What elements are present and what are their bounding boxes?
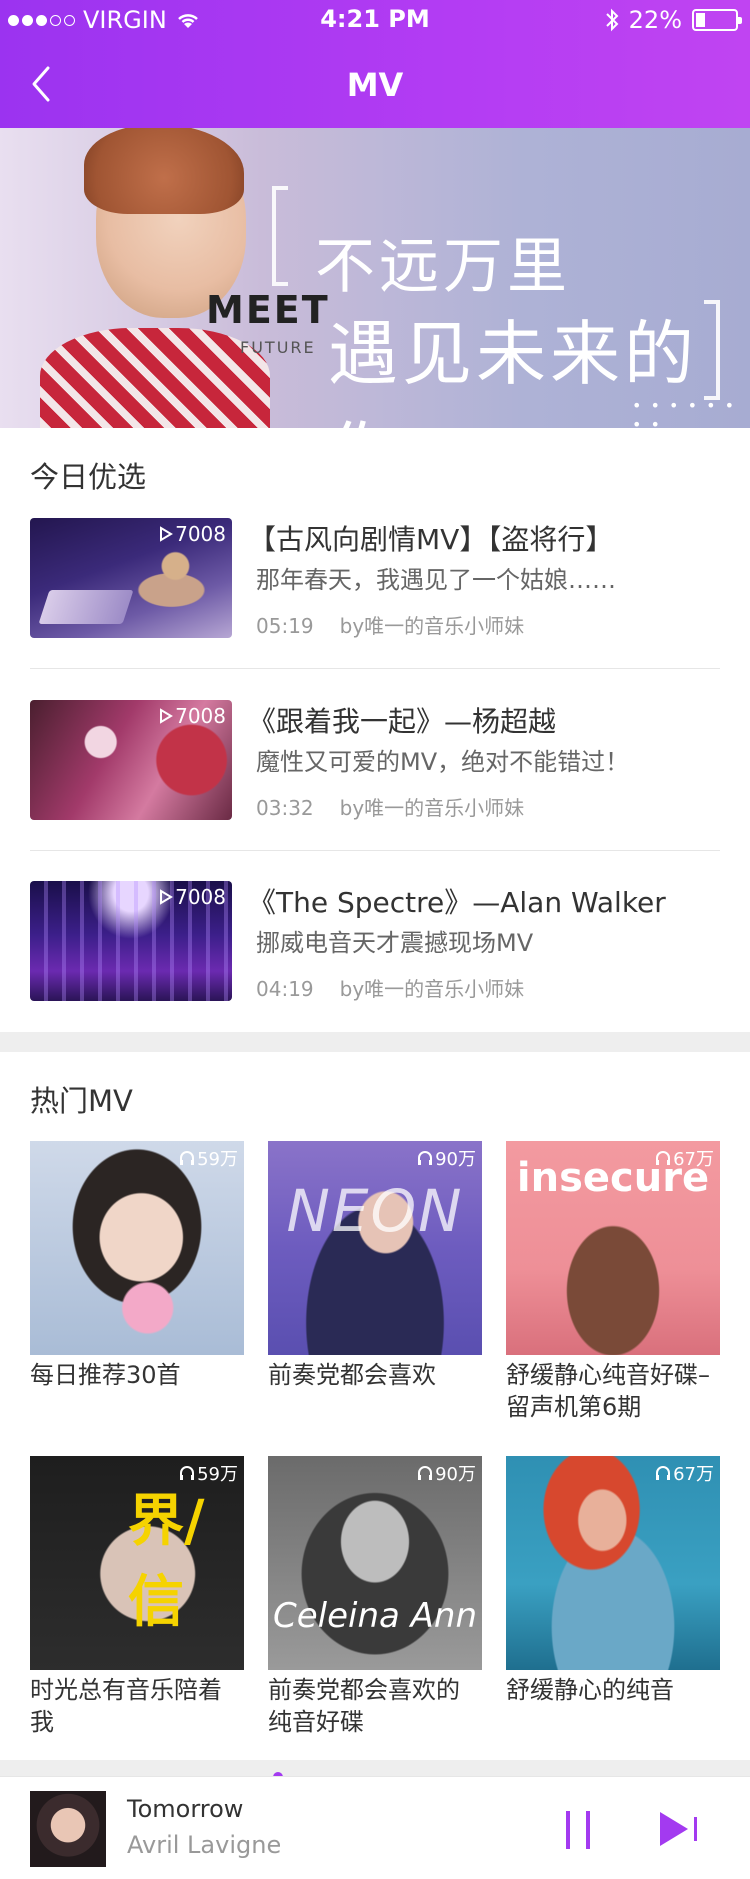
- mv-meta: 03:32 by唯一的音乐小师妹: [256, 792, 524, 821]
- play-count: 67万: [655, 1145, 714, 1171]
- banner-hair-graphic: [84, 128, 244, 214]
- hot-mv-cover[interactable]: NEON 90万: [268, 1141, 482, 1355]
- mv-author: by唯一的音乐小师妹: [339, 614, 525, 638]
- headphones-icon: [656, 1466, 671, 1480]
- navbar: MV: [0, 40, 750, 128]
- hot-mv-cover[interactable]: 59万: [30, 1141, 244, 1355]
- play-count-icon: [160, 526, 174, 542]
- banner-line1: 不远万里: [315, 232, 571, 302]
- hot-mv-card[interactable]: 59万 每日推荐30首: [30, 1141, 244, 1391]
- hot-mv-cover[interactable]: insecure 67万: [506, 1141, 720, 1355]
- mv-meta: 05:19 by唯一的音乐小师妹: [256, 610, 524, 639]
- next-icon[interactable]: [656, 1809, 702, 1849]
- play-count-icon: [160, 889, 174, 905]
- mv-title: 《The Spectre》—Alan Walker: [248, 886, 666, 919]
- play-count: 90万: [417, 1460, 476, 1486]
- mv-duration: 03:32: [256, 796, 314, 820]
- status-right: 22%: [605, 6, 742, 34]
- cover-yellow-glyph: 界/信: [128, 1489, 205, 1635]
- hot-mv-cover[interactable]: 67万: [506, 1456, 720, 1670]
- hot-mv-card[interactable]: 67万 舒缓静心的纯音: [506, 1456, 720, 1706]
- divider: [30, 850, 720, 851]
- page-title: MV: [346, 66, 404, 104]
- mv-description: 那年春天，我遇见了一个姑娘……: [256, 566, 616, 594]
- play-count: 67万: [655, 1460, 714, 1486]
- featured-section-title: 今日优选: [30, 460, 147, 494]
- mv-meta: 04:19 by唯一的音乐小师妹: [256, 973, 524, 1002]
- mv-author: by唯一的音乐小师妹: [339, 977, 525, 1001]
- battery-percent: 22%: [628, 6, 682, 34]
- mv-description: 魔性又可爱的MV，绝对不能错过！: [256, 748, 630, 776]
- mv-duration: 05:19: [256, 614, 314, 638]
- mv-thumbnail[interactable]: 7008: [30, 518, 232, 638]
- featured-item[interactable]: 7008 【古风向剧情MV】【盗将行】 那年春天，我遇见了一个姑娘…… 05:1…: [30, 518, 720, 698]
- headphones-icon: [418, 1466, 433, 1480]
- status-bar: VIRGIN 4:21 PM 22%: [0, 0, 750, 40]
- section-gap: [0, 1032, 750, 1052]
- headphones-icon: [180, 1466, 195, 1480]
- play-count: 7008: [159, 704, 226, 728]
- hot-mv-cover[interactable]: 界/信 59万: [30, 1456, 244, 1670]
- bracket-left: [272, 186, 288, 286]
- cover-neon-art: NEON: [286, 1177, 464, 1245]
- player-song-title: Tomorrow: [127, 1795, 244, 1823]
- hot-mv-card[interactable]: 界/信 59万 时光总有音乐陪着我: [30, 1456, 244, 1738]
- hot-mv-caption: 舒缓静心的纯音: [506, 1676, 674, 1704]
- hot-mv-cover[interactable]: Celeina Ann 90万: [268, 1456, 482, 1670]
- section-gap: [0, 1760, 750, 1776]
- headphones-icon: [656, 1151, 671, 1165]
- play-count: 59万: [179, 1460, 238, 1486]
- battery-icon: [692, 9, 742, 31]
- play-count: 7008: [159, 522, 226, 546]
- play-count: 7008: [159, 885, 226, 909]
- bluetooth-icon: [605, 8, 619, 32]
- banner-dots: • • • • • • • •: [632, 396, 737, 428]
- hot-mv-caption: 舒缓静心纯音好碟–留声机第6期: [506, 1361, 710, 1421]
- mv-author: by唯一的音乐小师妹: [339, 796, 525, 820]
- mv-description: 挪威电音天才震撼现场MV: [256, 929, 534, 957]
- hot-mv-caption: 时光总有音乐陪着我: [30, 1676, 222, 1736]
- banner-future-text: FUTURE: [240, 338, 316, 357]
- divider: [30, 668, 720, 669]
- mv-duration: 04:19: [256, 977, 314, 1001]
- headphones-icon: [418, 1151, 433, 1165]
- player-cover-art[interactable]: [30, 1791, 106, 1867]
- hot-mv-caption: 前奏党都会喜欢: [268, 1361, 436, 1389]
- headphones-icon: [180, 1151, 195, 1165]
- hot-section-title: 热门MV: [30, 1084, 133, 1118]
- mv-thumbnail[interactable]: 7008: [30, 881, 232, 1001]
- hot-mv-card[interactable]: NEON 90万 前奏党都会喜欢: [268, 1141, 482, 1391]
- hot-mv-caption: 每日推荐30首: [30, 1361, 181, 1389]
- cover-title-art: Celeina Ann: [272, 1596, 478, 1636]
- hot-mv-card[interactable]: Celeina Ann 90万 前奏党都会喜欢的纯音好碟: [268, 1456, 482, 1738]
- mini-player[interactable]: Tomorrow Avril Lavigne: [0, 1776, 750, 1879]
- pause-icon[interactable]: [563, 1809, 593, 1851]
- mv-title: 《跟着我一起》—杨超越: [248, 705, 557, 738]
- promo-banner[interactable]: MEET FUTURE 不远万里 遇见未来的你 • • • • • • • •: [0, 128, 750, 428]
- mv-title: 【古风向剧情MV】【盗将行】: [248, 523, 614, 556]
- header: VIRGIN 4:21 PM 22% MV: [0, 0, 750, 128]
- featured-item[interactable]: 7008 《跟着我一起》—杨超越 魔性又可爱的MV，绝对不能错过！ 03:32 b…: [30, 700, 720, 880]
- banner-meet-text: MEET: [206, 288, 330, 332]
- mv-thumbnail[interactable]: 7008: [30, 700, 232, 820]
- banner-dress-graphic: [40, 328, 270, 428]
- player-artist: Avril Lavigne: [127, 1831, 282, 1859]
- bracket-right: [704, 300, 720, 400]
- hot-mv-caption: 前奏党都会喜欢的纯音好碟: [268, 1676, 460, 1736]
- play-count-icon: [160, 708, 174, 724]
- hot-mv-card[interactable]: insecure 67万 舒缓静心纯音好碟–留声机第6期: [506, 1141, 720, 1423]
- play-count: 59万: [179, 1145, 238, 1171]
- play-count: 90万: [417, 1145, 476, 1171]
